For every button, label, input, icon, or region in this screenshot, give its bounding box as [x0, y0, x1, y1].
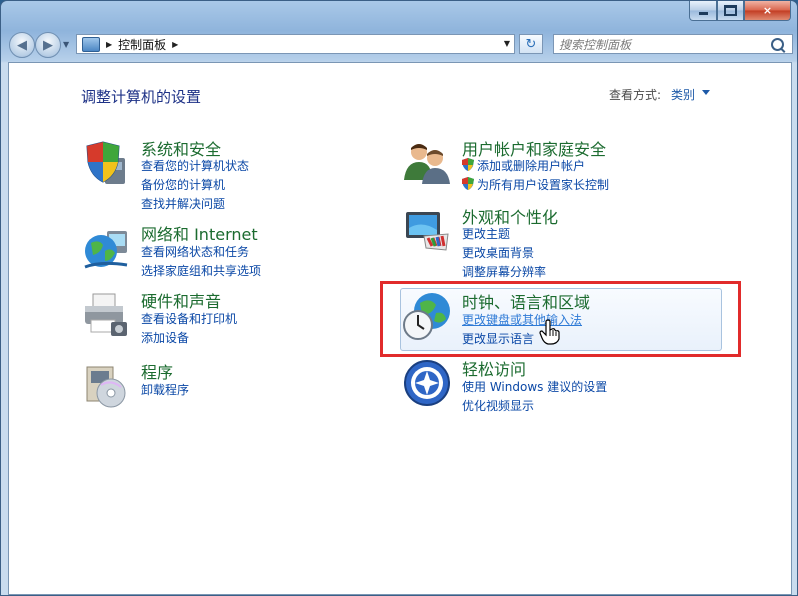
link-add-remove-accounts[interactable]: 添加或删除用户帐户	[477, 157, 585, 174]
breadcrumb-chevron-icon[interactable]: ▶	[172, 40, 178, 49]
category-title[interactable]: 程序	[141, 359, 173, 383]
control-panel-icon	[82, 36, 100, 52]
search-box[interactable]: 搜索控制面板	[553, 34, 793, 54]
minimize-icon	[698, 12, 708, 15]
printer-icon[interactable]	[81, 290, 131, 340]
link-devices-printers[interactable]: 查看设备和打印机	[141, 310, 237, 327]
category-title[interactable]: 硬件和声音	[141, 288, 221, 312]
shield-pc-icon[interactable]	[81, 138, 131, 188]
forward-arrow-icon: ▶	[43, 37, 53, 53]
chevron-down-icon[interactable]	[702, 90, 710, 95]
back-arrow-icon: ◀	[17, 37, 27, 53]
link-change-desktop-background[interactable]: 更改桌面背景	[462, 244, 534, 261]
link-parental-controls[interactable]: 为所有用户设置家长控制	[477, 176, 609, 193]
uac-shield-icon	[462, 177, 474, 190]
uac-shield-icon	[462, 158, 474, 171]
page-title: 调整计算机的设置	[81, 88, 202, 106]
link-homegroup-sharing[interactable]: 选择家庭组和共享选项	[141, 262, 261, 279]
search-input[interactable]: 搜索控制面板	[559, 36, 771, 53]
link-view-computer-status[interactable]: 查看您的计算机状态	[141, 157, 249, 174]
link-optimize-video-display[interactable]: 优化视频显示	[462, 397, 534, 414]
back-button[interactable]: ◀	[9, 32, 35, 58]
breadcrumb-chevron-icon[interactable]: ▶	[106, 40, 112, 49]
ease-of-access-icon[interactable]	[402, 358, 452, 408]
refresh-icon: ↻	[525, 36, 537, 52]
close-icon: ×	[762, 4, 773, 17]
refresh-button[interactable]: ↻	[519, 34, 543, 54]
users-icon[interactable]	[402, 138, 452, 188]
link-adjust-resolution[interactable]: 调整屏幕分辨率	[462, 263, 546, 280]
category-title[interactable]: 轻松访问	[462, 356, 526, 380]
link-backup-computer[interactable]: 备份您的计算机	[141, 176, 225, 193]
hand-cursor-icon	[539, 319, 560, 345]
address-dropdown-icon[interactable]: ▼	[504, 39, 510, 48]
forward-button[interactable]: ▶	[35, 32, 61, 58]
navigation-toolbar: ◀ ▶ ▼ ▶ 控制面板 ▶ ▼ ↻ 搜索控制面板	[1, 29, 798, 61]
caption-buttons: ×	[689, 1, 791, 21]
programs-disc-icon[interactable]	[81, 361, 131, 411]
view-by-label: 查看方式:	[609, 88, 662, 102]
breadcrumb-control-panel[interactable]: 控制面板	[118, 36, 166, 53]
monitor-palette-icon[interactable]	[402, 206, 452, 256]
main-content: 调整计算机的设置 查看方式: 类别 系统和安全 查看您的计算机状态 备份您的计算…	[8, 62, 792, 595]
view-by-dropdown[interactable]: 类别	[671, 86, 695, 103]
link-change-theme[interactable]: 更改主题	[462, 225, 510, 242]
minimize-button[interactable]	[689, 1, 717, 21]
globe-network-icon[interactable]	[81, 223, 131, 273]
close-button[interactable]: ×	[744, 1, 791, 21]
address-bar[interactable]: ▶ 控制面板 ▶ ▼	[76, 34, 515, 54]
link-add-device[interactable]: 添加设备	[141, 329, 189, 346]
control-panel-window: × ◀ ▶ ▼ ▶ 控制面板 ▶ ▼ ↻ 搜索控制面板 调整计算机的设置 查看方…	[0, 0, 798, 596]
maximize-icon	[724, 5, 737, 16]
recent-pages-dropdown[interactable]: ▼	[63, 40, 69, 49]
maximize-button[interactable]	[717, 1, 744, 21]
link-network-status[interactable]: 查看网络状态和任务	[141, 243, 249, 260]
search-icon[interactable]	[771, 37, 784, 51]
link-troubleshoot[interactable]: 查找并解决问题	[141, 195, 225, 212]
category-title[interactable]: 网络和 Internet	[141, 221, 258, 245]
link-uninstall-program[interactable]: 卸载程序	[141, 381, 189, 398]
link-windows-suggested-settings[interactable]: 使用 Windows 建议的设置	[462, 378, 607, 395]
